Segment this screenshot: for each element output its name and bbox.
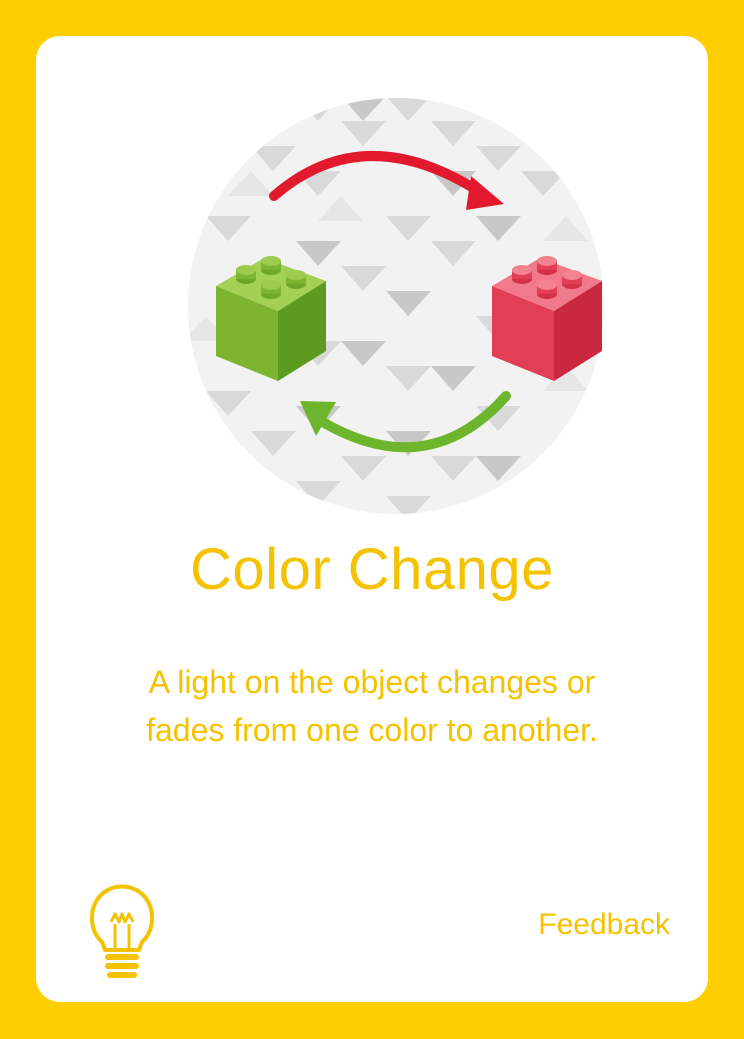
card: Color Change A light on the object chang… <box>36 36 708 1002</box>
lightbulb-icon <box>89 884 155 978</box>
category-label: Feedback <box>538 908 670 941</box>
description-line-1: A light on the object changes or <box>148 664 596 700</box>
card-description: A light on the object changes or fades f… <box>96 658 648 754</box>
description-line-2: fades from one color to another. <box>146 712 598 748</box>
card-title: Color Change <box>190 537 554 602</box>
color-cycle-illustration <box>188 98 604 514</box>
